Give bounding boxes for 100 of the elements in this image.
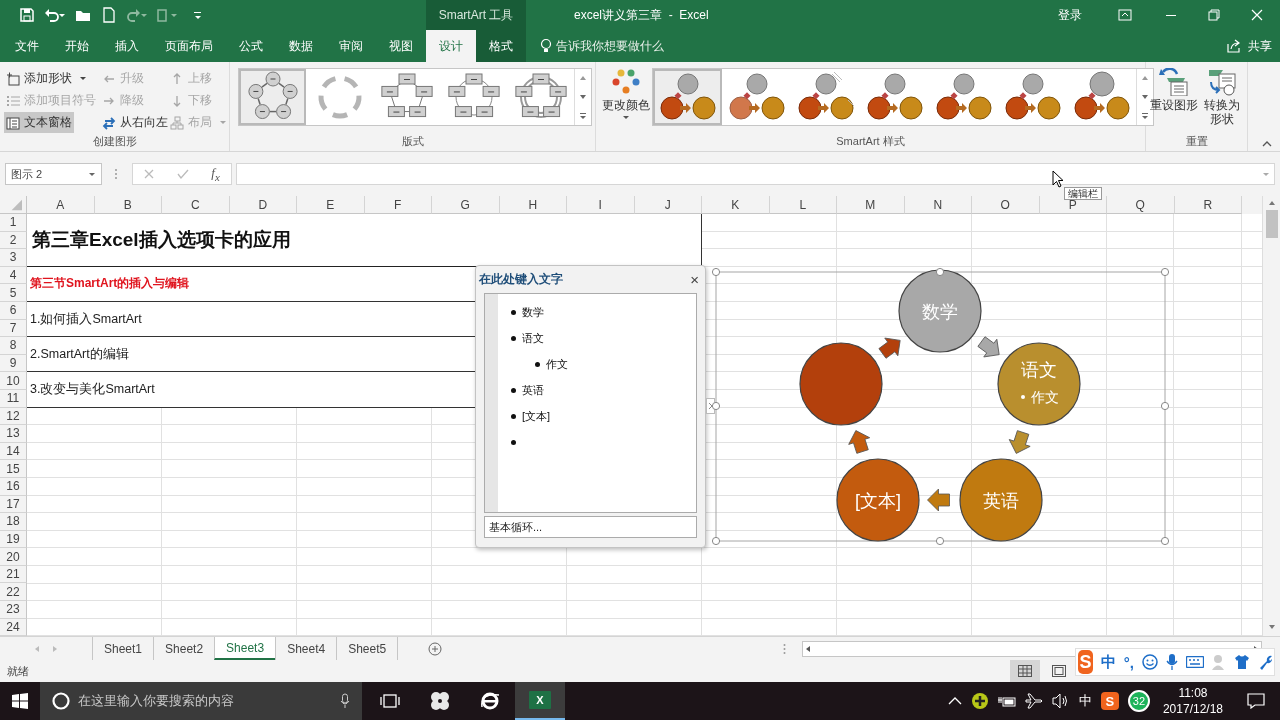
sheet-tab[interactable]: Sheet3 bbox=[214, 637, 276, 660]
column-header[interactable]: A bbox=[27, 196, 95, 214]
formula-input[interactable] bbox=[236, 163, 1275, 185]
restore-icon[interactable] bbox=[1208, 9, 1220, 21]
scroll-left-icon[interactable] bbox=[805, 644, 811, 653]
ribbon-command[interactable]: 文本窗格 bbox=[4, 112, 74, 133]
redo-icon[interactable] bbox=[125, 7, 147, 23]
scroll-down-icon[interactable] bbox=[1267, 624, 1276, 630]
touch-mode-icon[interactable] bbox=[156, 7, 178, 23]
row-header[interactable]: 23 bbox=[0, 601, 27, 619]
cycle-node[interactable] bbox=[959, 458, 1043, 542]
ribbon-display-icon[interactable] bbox=[1118, 9, 1132, 21]
punctuation-toggle[interactable]: °, bbox=[1123, 653, 1134, 671]
name-box[interactable]: 图示 2 bbox=[5, 163, 102, 185]
tell-me-field[interactable]: 告诉我你想要做什么 bbox=[556, 37, 664, 55]
scroll-up-icon[interactable] bbox=[1141, 75, 1149, 82]
sign-in-link[interactable]: 登录 bbox=[1038, 0, 1102, 30]
microphone-icon[interactable] bbox=[340, 693, 350, 709]
plus-circle-icon[interactable] bbox=[970, 692, 989, 710]
column-header[interactable]: C bbox=[162, 196, 230, 214]
ribbon-tab[interactable]: 格式 bbox=[476, 30, 526, 62]
clock[interactable]: 11:08 2017/12/18 bbox=[1162, 685, 1223, 717]
row-header[interactable]: 1 bbox=[0, 214, 27, 232]
style-option[interactable] bbox=[653, 69, 722, 125]
resize-handle[interactable] bbox=[935, 536, 945, 545]
volume-icon[interactable] bbox=[1051, 693, 1070, 709]
column-header[interactable]: F bbox=[364, 196, 432, 214]
layout-option[interactable] bbox=[239, 69, 306, 125]
browser-icon[interactable] bbox=[479, 690, 501, 712]
row-header[interactable]: 5 bbox=[0, 284, 27, 302]
close-icon[interactable] bbox=[1251, 9, 1263, 21]
cycle-node[interactable] bbox=[898, 269, 982, 353]
share-button[interactable]: 共享 bbox=[1248, 37, 1272, 55]
show-hidden-icon[interactable] bbox=[947, 696, 962, 706]
task-view-icon[interactable] bbox=[380, 693, 400, 709]
cycle-node[interactable] bbox=[997, 342, 1081, 426]
microphone-icon[interactable] bbox=[1166, 653, 1178, 671]
ribbon-tab[interactable]: 插入 bbox=[102, 30, 152, 62]
scroll-up-icon[interactable] bbox=[579, 75, 587, 82]
ribbon-tab[interactable]: 公式 bbox=[226, 30, 276, 62]
normal-view-button[interactable] bbox=[1010, 660, 1040, 682]
cycle-node[interactable] bbox=[836, 458, 920, 542]
new-document-icon[interactable] bbox=[102, 7, 116, 23]
windows-logo-icon[interactable] bbox=[12, 693, 28, 709]
ribbon-tab[interactable]: 审阅 bbox=[326, 30, 376, 62]
notification-icon[interactable] bbox=[1247, 693, 1265, 709]
collapse-ribbon-icon[interactable] bbox=[1262, 141, 1272, 147]
resize-handle[interactable] bbox=[1160, 268, 1169, 277]
insert-function-button[interactable]: f$_{x}$ bbox=[211, 165, 220, 183]
column-header[interactable]: H bbox=[499, 196, 567, 214]
scroll-up-icon[interactable] bbox=[1267, 200, 1276, 206]
column-header[interactable]: G bbox=[432, 196, 500, 214]
ribbon-tab[interactable]: 数据 bbox=[276, 30, 326, 62]
share-icon[interactable] bbox=[1226, 38, 1242, 54]
save-icon[interactable] bbox=[19, 7, 35, 23]
column-header[interactable]: Q bbox=[1107, 196, 1175, 214]
column-header[interactable]: L bbox=[769, 196, 837, 214]
row-header[interactable]: 15 bbox=[0, 460, 27, 478]
smartart-diagram[interactable]: 数学 语文 作文 [文本] 英语 bbox=[712, 268, 1169, 545]
column-header[interactable]: J bbox=[634, 196, 702, 214]
row-header[interactable]: 8 bbox=[0, 337, 27, 355]
column-header[interactable]: K bbox=[702, 196, 770, 214]
row-header[interactable]: 20 bbox=[0, 548, 27, 566]
ime-mode[interactable]: 中 bbox=[1100, 652, 1116, 672]
more-icon[interactable] bbox=[1141, 111, 1149, 120]
keyboard-icon[interactable] bbox=[1186, 656, 1204, 668]
column-header[interactable]: B bbox=[94, 196, 162, 214]
ribbon-tab[interactable]: 开始 bbox=[52, 30, 102, 62]
outline-entry[interactable]: 英语 bbox=[522, 382, 544, 398]
airplane-icon[interactable] bbox=[1024, 693, 1043, 709]
smiley-icon[interactable] bbox=[1142, 654, 1158, 670]
ribbon-tab[interactable]: 视图 bbox=[376, 30, 426, 62]
reset-button[interactable]: 重设图形 bbox=[1148, 66, 1201, 133]
resize-handle[interactable] bbox=[1160, 401, 1169, 411]
resize-handle[interactable] bbox=[712, 401, 721, 411]
battery-icon[interactable] bbox=[997, 694, 1016, 708]
row-header[interactable]: 3 bbox=[0, 249, 27, 267]
row-header[interactable]: 22 bbox=[0, 583, 27, 602]
page-layout-icon[interactable] bbox=[1052, 665, 1066, 677]
resize-handle[interactable] bbox=[935, 268, 945, 277]
scroll-thumb-icon[interactable] bbox=[1265, 210, 1278, 238]
row-header[interactable]: 13 bbox=[0, 425, 27, 443]
convert-button[interactable]: 转换为形状 bbox=[1200, 66, 1243, 133]
scroll-down-icon[interactable] bbox=[579, 94, 587, 100]
row-header[interactable]: 10 bbox=[0, 372, 27, 390]
column-header[interactable]: E bbox=[297, 196, 365, 214]
column-header[interactable]: O bbox=[972, 196, 1040, 214]
column-header[interactable]: R bbox=[1174, 196, 1242, 214]
resize-handle[interactable] bbox=[1160, 536, 1169, 545]
shirt-icon[interactable] bbox=[1234, 654, 1250, 670]
ribbon-command[interactable]: 添加形状 bbox=[4, 68, 89, 89]
ribbon-tab[interactable]: 设计 bbox=[426, 30, 476, 62]
add-sheet-icon[interactable] bbox=[428, 641, 443, 656]
undo-icon[interactable] bbox=[44, 7, 66, 23]
scroll-down-icon[interactable] bbox=[1141, 94, 1149, 100]
row-header[interactable]: 18 bbox=[0, 513, 27, 531]
cycle-node[interactable] bbox=[799, 342, 883, 426]
ribbon-command[interactable]: 从右向左 bbox=[100, 112, 170, 133]
taskbar-app-button[interactable]: X bbox=[515, 682, 565, 720]
close-button[interactable]: × bbox=[690, 271, 699, 288]
